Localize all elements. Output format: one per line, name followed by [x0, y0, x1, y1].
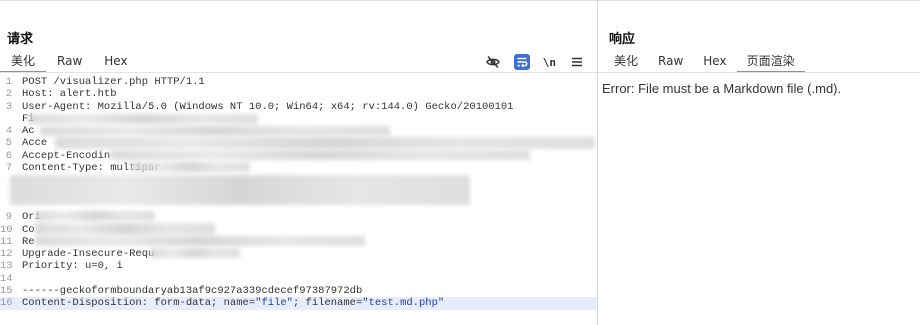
request-title: 请求 — [7, 32, 34, 47]
code-line: 13 Priority: u=0, i — [0, 260, 123, 273]
response-title: 响应 — [609, 32, 636, 47]
code-line: 2 Host: alert.htb — [5, 88, 117, 101]
tab-pretty[interactable]: 美化 — [0, 52, 47, 73]
request-panel: 请求 美化 Raw Hex \n 1 POST /visualizer.php … — [0, 1, 597, 325]
response-panel: 响应 美化 Raw Hex 页面渲染 Error: File must be a… — [598, 1, 920, 325]
redaction-blur — [150, 248, 240, 258]
code-line-selected: 16 Content-Disposition: form-data; name="… — [0, 297, 597, 310]
tab-render[interactable]: 页面渲染 — [736, 52, 805, 73]
rendered-response-text: Error: File must be a Markdown file (.md… — [602, 81, 842, 96]
request-toolbar: \n — [485, 52, 585, 72]
tab-raw[interactable]: Raw — [46, 52, 93, 72]
response-tabs: 美化 Raw Hex 页面渲染 — [604, 52, 805, 73]
code-line: 14 — [0, 272, 13, 285]
redaction-blur — [110, 150, 530, 160]
code-line: 12 Upgrade-Insecure-Requ — [0, 248, 155, 261]
tab-hex[interactable]: Hex — [693, 52, 736, 72]
redaction-blur — [55, 137, 595, 149]
hide-nonprinting-icon[interactable] — [485, 54, 501, 70]
tab-hex[interactable]: Hex — [93, 52, 138, 72]
code-line: 7 Content-Type: multipar — [5, 162, 161, 175]
redaction-blur — [35, 223, 215, 235]
request-editor[interactable]: 1 POST /visualizer.php HTTP/1.1 2 Host: al… — [0, 76, 597, 325]
code-line: 3 User-Agent: Mozilla/5.0 (Windows NT 10.… — [5, 100, 514, 113]
redaction-blur — [35, 236, 365, 246]
redaction-blur — [130, 162, 250, 172]
redaction-blur — [10, 175, 470, 205]
tab-raw[interactable]: Raw — [648, 52, 693, 72]
tab-pretty[interactable]: 美化 — [604, 52, 648, 72]
request-tabs: 美化 Raw Hex — [0, 52, 139, 73]
menu-icon[interactable] — [569, 54, 585, 70]
redaction-blur — [40, 126, 390, 136]
code-line: 15 ------geckoformboundaryab13af9c927a339… — [0, 285, 363, 298]
redaction-blur — [35, 211, 155, 221]
code-line: 1 POST /visualizer.php HTTP/1.1 — [5, 76, 205, 88]
redaction-blur — [28, 114, 258, 124]
show-newlines-icon[interactable]: \n — [543, 54, 556, 70]
word-wrap-icon[interactable] — [513, 54, 530, 70]
